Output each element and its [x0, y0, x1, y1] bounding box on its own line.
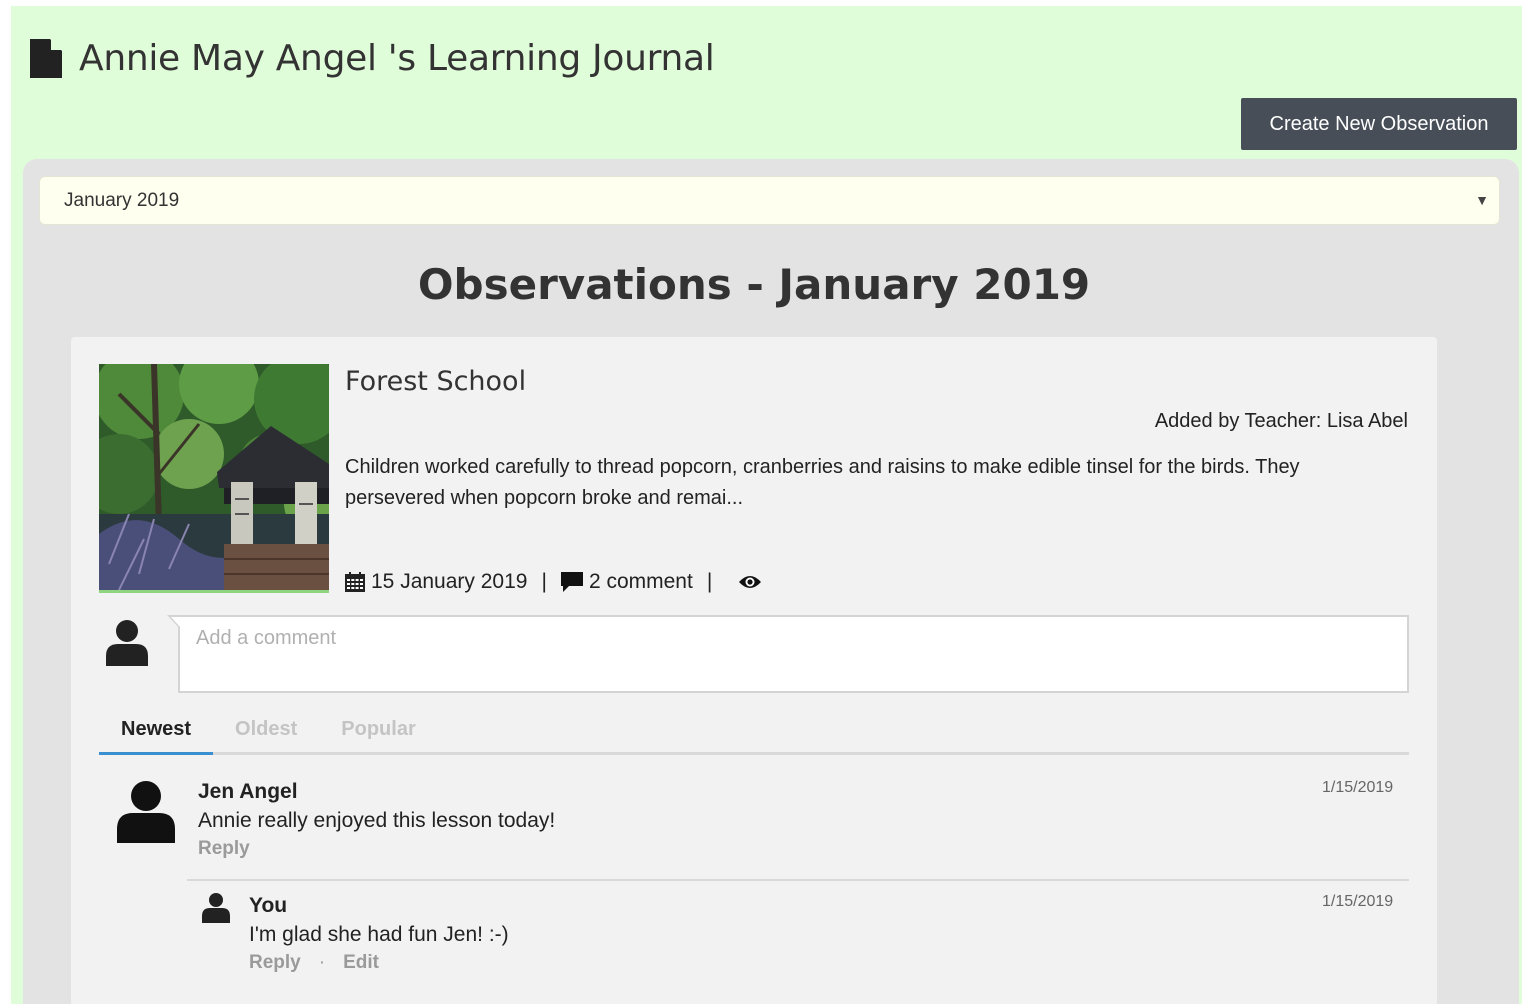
observation-meta: 15 January 2019 | 2 comment |	[345, 570, 768, 594]
reply-link[interactable]: Reply	[198, 838, 250, 860]
reply-item: You I'm glad she had fun Jen! :-) Reply …	[249, 894, 509, 974]
user-avatar-icon	[106, 620, 148, 666]
reply-avatar-icon	[202, 893, 230, 923]
eye-icon[interactable]	[738, 574, 762, 590]
calendar-icon	[345, 572, 365, 592]
observation-title[interactable]: Forest School	[345, 366, 526, 397]
commenter-avatar-icon	[117, 781, 175, 843]
page-header: Annie May Angel 's Learning Journal	[30, 36, 715, 80]
meta-separator: |	[706, 570, 713, 593]
reply-link[interactable]: Reply	[249, 952, 301, 974]
month-select[interactable]: January 2019 ▼	[39, 176, 1500, 225]
comment-date: 1/15/2019	[1322, 779, 1394, 796]
added-by-label: Added by Teacher: Lisa Abel	[1154, 410, 1408, 432]
meta-separator: |	[541, 570, 547, 593]
add-comment-input[interactable]	[180, 617, 1407, 691]
comment-icon	[560, 572, 583, 592]
page-title: Annie May Angel 's Learning Journal	[79, 37, 715, 79]
month-select-value: January 2019	[64, 189, 180, 211]
forest-photo	[99, 364, 329, 590]
comment-actions: Reply	[198, 838, 555, 860]
action-separator: ·	[318, 952, 326, 973]
comment-author: You	[249, 894, 288, 917]
edit-link[interactable]: Edit	[343, 952, 379, 974]
comment-actions: Reply · Edit	[249, 952, 509, 974]
tab-newest[interactable]: Newest	[99, 714, 214, 755]
observation-thumbnail[interactable]	[99, 364, 329, 593]
tab-popular[interactable]: Popular	[319, 714, 437, 755]
observations-heading: Observations - January 2019	[417, 260, 1091, 309]
observation-description: Children worked carefully to thread popc…	[345, 456, 1300, 509]
document-icon	[30, 38, 62, 78]
observation-date: 15 January 2019	[371, 570, 528, 593]
caret-down-icon: ▼	[1475, 192, 1489, 208]
comment-box	[167, 615, 1409, 693]
comment-text: I'm glad she had fun Jen! :-)	[249, 923, 509, 946]
tab-oldest[interactable]: Oldest	[213, 714, 319, 755]
comment-item: Jen Angel Annie really enjoyed this less…	[198, 780, 555, 860]
comment-sort-tabs: Newest Oldest Popular	[99, 714, 1409, 755]
comment-date: 1/15/2019	[1322, 893, 1394, 910]
comment-text: Annie really enjoyed this lesson today!	[198, 809, 556, 832]
reply-divider	[187, 879, 1409, 881]
create-new-observation-button[interactable]: Create New Observation	[1241, 98, 1517, 150]
comment-author: Jen Angel	[198, 780, 298, 803]
comment-count[interactable]: 2 comment	[589, 570, 693, 594]
